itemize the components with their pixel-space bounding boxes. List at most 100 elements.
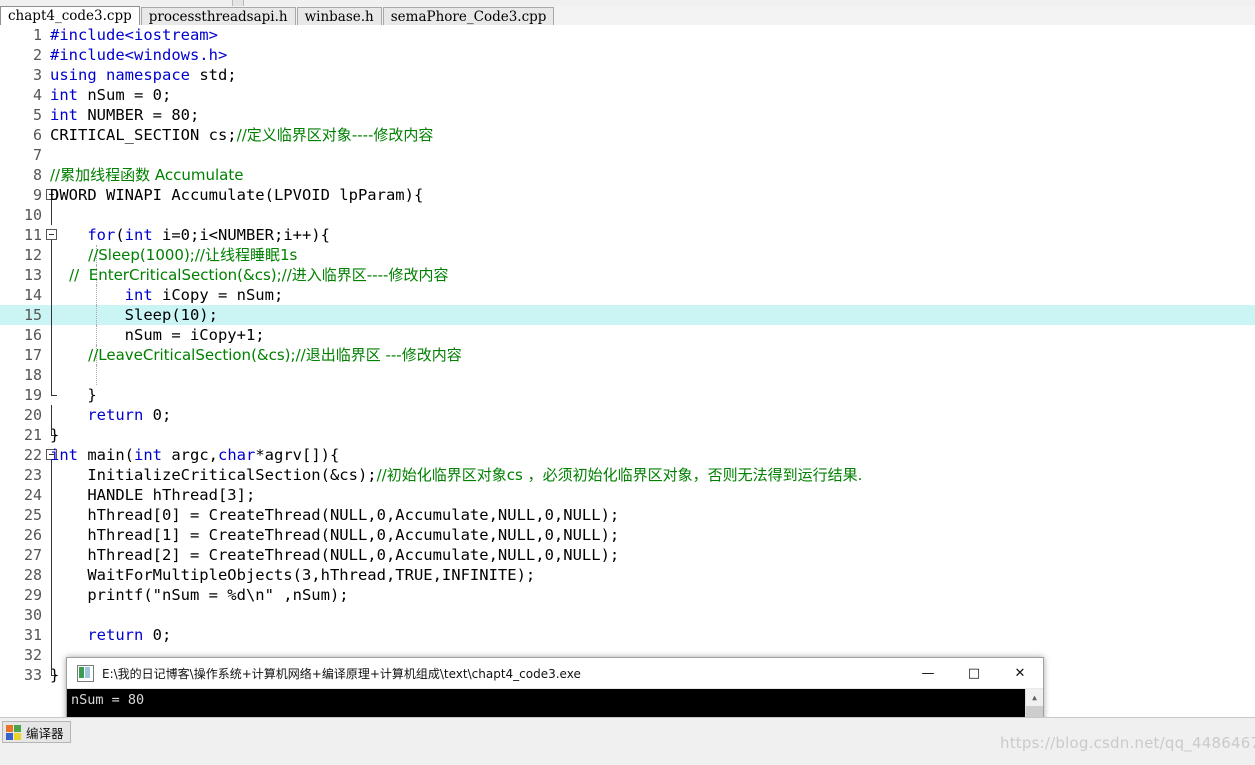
- code-text: hThread[2] = CreateThread(NULL,0,Accumul…: [50, 546, 620, 564]
- code-line[interactable]: 11 for(int i=0;i<NUMBER;i++){: [0, 225, 1255, 245]
- line-number: 16: [23, 326, 42, 344]
- line-number: 29: [23, 586, 42, 604]
- fold-guide-line: [46, 365, 60, 385]
- code-line[interactable]: 13 // EnterCriticalSection(&cs);//进入临界区-…: [0, 265, 1255, 285]
- line-number: 6: [32, 126, 42, 144]
- code-text: hThread[0] = CreateThread(NULL,0,Accumul…: [50, 506, 620, 524]
- code-line[interactable]: 9 DWORD WINAPI Accumulate(LPVOID lpParam)…: [0, 185, 1255, 205]
- line-number: 14: [23, 286, 42, 304]
- code-line[interactable]: 2 #include<windows.h>: [0, 45, 1255, 65]
- code-text: CRITICAL_SECTION cs;//定义临界区对象----修改内容: [50, 126, 434, 144]
- code-editor[interactable]: 1 #include<iostream> 2 #include<windows.h> 3…: [0, 25, 1255, 717]
- code-line[interactable]: 12 //Sleep(1000);//让线程睡眠1s: [0, 245, 1255, 265]
- code-line[interactable]: 10: [0, 205, 1255, 225]
- code-line[interactable]: 4 int nSum = 0;: [0, 85, 1255, 105]
- code-line[interactable]: 14 int iCopy = nSum;: [0, 285, 1255, 305]
- code-line[interactable]: 27 hThread[2] = CreateThread(NULL,0,Accu…: [0, 545, 1255, 565]
- line-number: 24: [23, 486, 42, 504]
- status-tab-compiler[interactable]: 编译器: [2, 721, 71, 743]
- code-text: int main(int argc,char*agrv[]){: [50, 446, 340, 464]
- line-number: 9: [32, 186, 42, 204]
- code-text: }: [50, 386, 97, 404]
- code-text: for(int i=0;i<NUMBER;i++){: [87, 226, 330, 244]
- editor-tab-2[interactable]: processthreadsapi.h: [140, 7, 296, 25]
- line-number: 3: [32, 66, 42, 84]
- code-line[interactable]: 7: [0, 145, 1255, 165]
- editor-tab-4[interactable]: semaPhore_Code3.cpp: [382, 7, 555, 25]
- code-text: using namespace std;: [50, 66, 237, 84]
- code-line[interactable]: 8 //累加线程函数 Accumulate: [0, 165, 1255, 185]
- code-text: DWORD WINAPI Accumulate(LPVOID lpParam){: [50, 186, 424, 204]
- code-line[interactable]: 1 #include<iostream>: [0, 25, 1255, 45]
- line-number: 22: [23, 446, 42, 464]
- editor-tab-1[interactable]: chapt4_code3.cpp: [0, 6, 140, 25]
- code-line[interactable]: 23 InitializeCriticalSection(&cs);//初始化临…: [0, 465, 1255, 485]
- code-line[interactable]: 26 hThread[1] = CreateThread(NULL,0,Accu…: [0, 525, 1255, 545]
- line-number: 5: [32, 106, 42, 124]
- code-line[interactable]: 5 int NUMBER = 80;: [0, 105, 1255, 125]
- code-text: printf("nSum = %d\n" ,nSum);: [50, 586, 349, 604]
- line-number: 12: [23, 246, 42, 264]
- code-text: }: [50, 666, 60, 684]
- code-line[interactable]: 15 Sleep(10);: [0, 305, 1255, 325]
- editor-tab-3[interactable]: winbase.h: [296, 7, 382, 25]
- code-text: Sleep(10);: [50, 306, 218, 324]
- code-line[interactable]: 25 hThread[0] = CreateThread(NULL,0,Accu…: [0, 505, 1255, 525]
- code-line[interactable]: 18: [0, 365, 1255, 385]
- line-number: 8: [32, 166, 42, 184]
- code-text: int NUMBER = 80;: [50, 106, 200, 124]
- line-number: 1: [32, 26, 42, 44]
- line-number: 2: [32, 46, 42, 64]
- line-number: 23: [23, 466, 42, 484]
- code-text: int nSum = 0;: [50, 86, 172, 104]
- code-text: //Sleep(1000);//让线程睡眠1s: [50, 246, 298, 264]
- code-line[interactable]: 29 printf("nSum = %d\n" ,nSum);: [0, 585, 1255, 605]
- code-text: //累加线程函数 Accumulate: [50, 166, 244, 184]
- code-line[interactable]: 16 nSum = iCopy+1;: [0, 325, 1255, 345]
- line-number: 15: [23, 306, 42, 324]
- code-line[interactable]: 17 //LeaveCriticalSection(&cs);//退出临界区 -…: [0, 345, 1255, 365]
- line-number: 33: [23, 666, 42, 684]
- code-text: InitializeCriticalSection(&cs);//初始化临界区对…: [50, 466, 863, 484]
- code-line[interactable]: 19 }: [0, 385, 1255, 405]
- line-number: 13: [23, 266, 42, 284]
- console-title-text: E:\我的日记博客\操作系统+计算机网络+编译原理+计算机组成\text\cha…: [102, 666, 581, 681]
- line-number: 10: [23, 206, 42, 224]
- code-text: #include<iostream>: [50, 26, 218, 44]
- code-line[interactable]: 22 int main(int argc,char*agrv[]){: [0, 445, 1255, 465]
- code-line[interactable]: 30: [0, 605, 1255, 625]
- line-number: 30: [23, 606, 42, 624]
- scroll-up-icon[interactable]: ▲: [1026, 689, 1043, 706]
- window-controls: — □ ✕: [905, 658, 1043, 689]
- code-line[interactable]: 31 return 0;: [0, 625, 1255, 645]
- line-number: 18: [23, 366, 42, 384]
- line-number: 19: [23, 386, 42, 404]
- status-bar: 编译器: [0, 717, 1255, 765]
- line-number: 11: [23, 226, 42, 244]
- line-number: 17: [23, 346, 42, 364]
- code-text: //LeaveCriticalSection(&cs);//退出临界区 ---修…: [50, 346, 462, 364]
- line-number: 25: [23, 506, 42, 524]
- editor-tab-bar: chapt4_code3.cpp processthreadsapi.h winba…: [0, 6, 1255, 26]
- code-text: hThread[1] = CreateThread(NULL,0,Accumul…: [50, 526, 620, 544]
- fold-guide-line: [46, 205, 60, 225]
- line-number: 31: [23, 626, 42, 644]
- code-text: return 0;: [87, 626, 172, 644]
- console-title-bar[interactable]: E:\我的日记博客\操作系统+计算机网络+编译原理+计算机组成\text\cha…: [67, 658, 1043, 689]
- code-line[interactable]: 24 HANDLE hThread[3];: [0, 485, 1255, 505]
- code-line[interactable]: 28 WaitForMultipleObjects(3,hThread,TRUE…: [0, 565, 1255, 585]
- code-line[interactable]: 3 using namespace std;: [0, 65, 1255, 85]
- code-text: return 0;: [87, 406, 172, 424]
- close-button[interactable]: ✕: [997, 658, 1043, 689]
- code-line[interactable]: 6 CRITICAL_SECTION cs;//定义临界区对象----修改内容: [0, 125, 1255, 145]
- indent-guide: [96, 365, 97, 385]
- line-number: 32: [23, 646, 42, 664]
- line-number: 27: [23, 546, 42, 564]
- code-line[interactable]: 20 return 0;: [0, 405, 1255, 425]
- line-number: 26: [23, 526, 42, 544]
- code-text: }: [50, 426, 60, 444]
- code-line[interactable]: 21}: [0, 425, 1255, 445]
- maximize-button[interactable]: □: [951, 658, 997, 689]
- console-app-icon: [77, 664, 94, 682]
- minimize-button[interactable]: —: [905, 658, 951, 689]
